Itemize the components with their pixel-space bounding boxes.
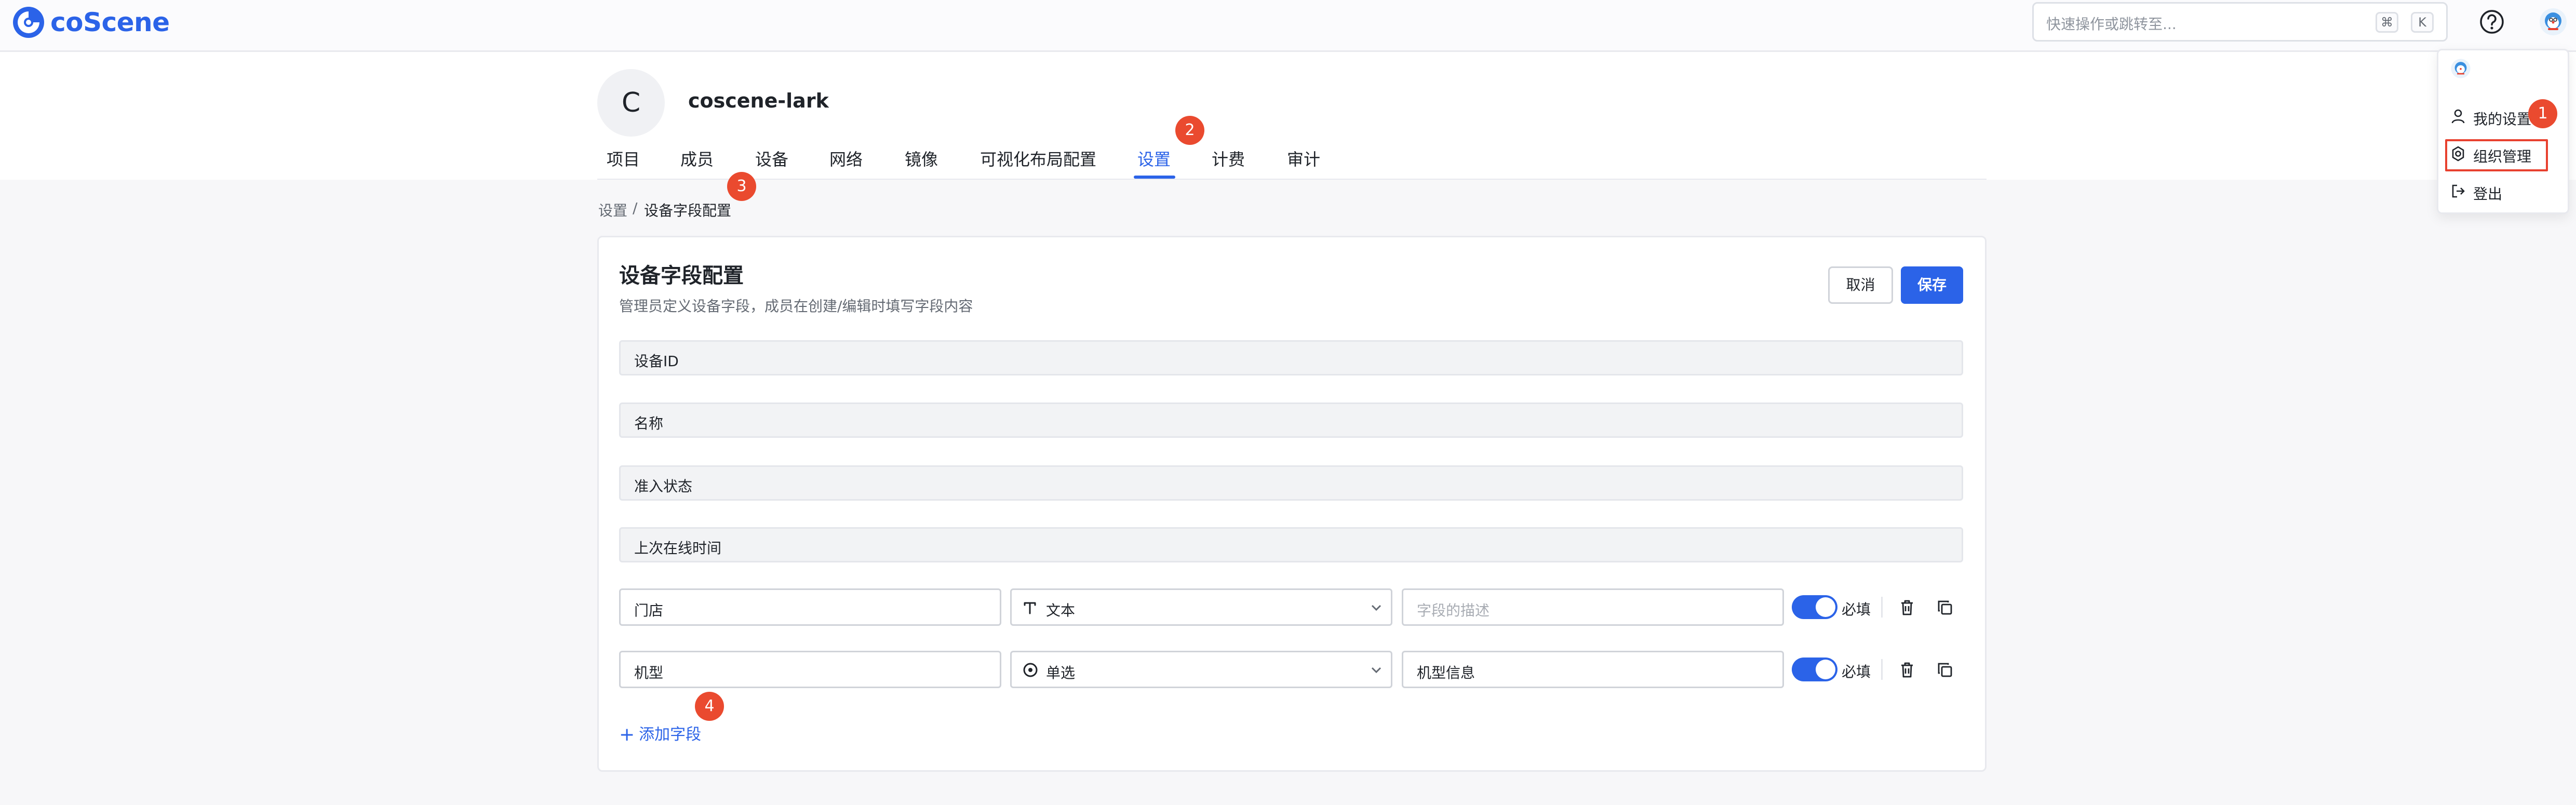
cancel-button[interactable]: 取消: [1828, 266, 1893, 304]
field-type-value: 单选: [1046, 664, 1076, 681]
brand-name[interactable]: coScene: [50, 7, 170, 37]
fixed-field-admission-status: 准入状态: [619, 465, 1963, 501]
save-button[interactable]: 保存: [1901, 266, 1963, 304]
plus-icon: +: [619, 724, 635, 745]
radio-type-icon: [1022, 662, 1039, 678]
field-description-input[interactable]: 机型信息: [1402, 651, 1784, 688]
trash-icon[interactable]: [1898, 661, 1916, 679]
required-label: 必填: [1842, 601, 1871, 618]
coscene-logo-icon[interactable]: [10, 4, 47, 41]
menu-avatar-icon: [2450, 58, 2471, 79]
field-type-select[interactable]: 单选: [1010, 651, 1392, 688]
shortcut-key-cmd: ⌘: [2376, 12, 2398, 33]
fixed-field-label: 上次在线时间: [634, 540, 722, 557]
fixed-field-label: 名称: [634, 415, 664, 432]
text-type-icon: [1022, 599, 1038, 616]
org-name: coscene-lark: [688, 89, 829, 112]
action-divider: [1881, 659, 1883, 680]
field-config-card: [597, 236, 1987, 772]
add-field-button[interactable]: + 添加字段: [619, 721, 702, 745]
tabs-divider: [597, 179, 1987, 180]
add-field-label: 添加字段: [639, 726, 702, 744]
field-type-select[interactable]: 文本: [1010, 588, 1392, 626]
breadcrumb-current: 设备字段配置: [644, 202, 732, 219]
annotation-badge-1: 1: [2528, 99, 2557, 128]
menu-item-logout[interactable]: 登出: [2473, 183, 2502, 204]
fixed-field-last-online: 上次在线时间: [619, 527, 1963, 562]
required-toggle[interactable]: [1792, 658, 1837, 681]
fixed-field-label: 准入状态: [634, 478, 693, 495]
user-icon: [2450, 108, 2466, 125]
breadcrumb-separator: /: [633, 199, 638, 217]
copy-icon[interactable]: [1936, 598, 1954, 617]
chevron-down-icon: [1370, 665, 1383, 675]
breadcrumb-settings[interactable]: 设置: [598, 199, 627, 220]
field-name-input[interactable]: 门店: [619, 588, 1001, 626]
annotation-badge-3: 3: [727, 172, 756, 201]
fixed-field-label: 设备ID: [634, 353, 679, 370]
tab-network[interactable]: 网络: [829, 146, 863, 170]
fixed-field-device-id: 设备ID: [619, 340, 1963, 375]
menu-item-my-settings[interactable]: 我的设置: [2473, 108, 2531, 129]
tab-visual-layout[interactable]: 可视化布局配置: [980, 146, 1096, 170]
fixed-field-name: 名称: [619, 403, 1963, 438]
help-circle-icon[interactable]: [2478, 8, 2505, 35]
field-type-value: 文本: [1046, 602, 1076, 619]
annotation-badge-4: 4: [695, 692, 724, 721]
field-name-value: 机型: [634, 664, 664, 681]
tab-projects[interactable]: 项目: [607, 146, 640, 170]
tab-billing[interactable]: 计费: [1212, 146, 1245, 170]
action-divider: [1881, 597, 1883, 618]
field-description-value: 机型信息: [1417, 664, 1475, 681]
field-description-input[interactable]: 字段的描述: [1402, 588, 1784, 626]
chevron-down-icon: [1370, 602, 1383, 613]
org-avatar: C: [597, 69, 665, 137]
page-description: 管理员定义设备字段，成员在创建/编辑时填写字段内容: [619, 298, 973, 315]
field-description-placeholder: 字段的描述: [1417, 602, 1490, 619]
toggle-knob: [1816, 597, 1835, 617]
tab-audit[interactable]: 审计: [1287, 146, 1320, 170]
user-avatar-icon[interactable]: [2539, 7, 2568, 36]
tab-devices[interactable]: 设备: [755, 146, 788, 170]
tab-images[interactable]: 镜像: [905, 146, 938, 170]
required-toggle[interactable]: [1792, 595, 1837, 619]
trash-icon[interactable]: [1898, 598, 1916, 617]
copy-icon[interactable]: [1936, 661, 1954, 679]
tab-settings[interactable]: 设置: [1137, 146, 1171, 170]
logout-icon: [2450, 183, 2466, 199]
page-title: 设备字段配置: [619, 264, 744, 288]
required-label: 必填: [1842, 663, 1871, 680]
tab-members[interactable]: 成员: [680, 146, 714, 170]
shortcut-key-k: K: [2411, 12, 2434, 33]
search-placeholder: 快速操作或跳转至...: [2046, 16, 2177, 33]
field-name-value: 门店: [634, 602, 664, 619]
quick-search-input[interactable]: 快速操作或跳转至... ⌘ K: [2032, 2, 2448, 42]
field-name-input[interactable]: 机型: [619, 651, 1001, 688]
highlight-box: [2445, 139, 2548, 171]
org-avatar-letter: C: [621, 87, 641, 118]
toggle-knob: [1816, 660, 1835, 679]
annotation-badge-2: 2: [1175, 116, 1204, 145]
